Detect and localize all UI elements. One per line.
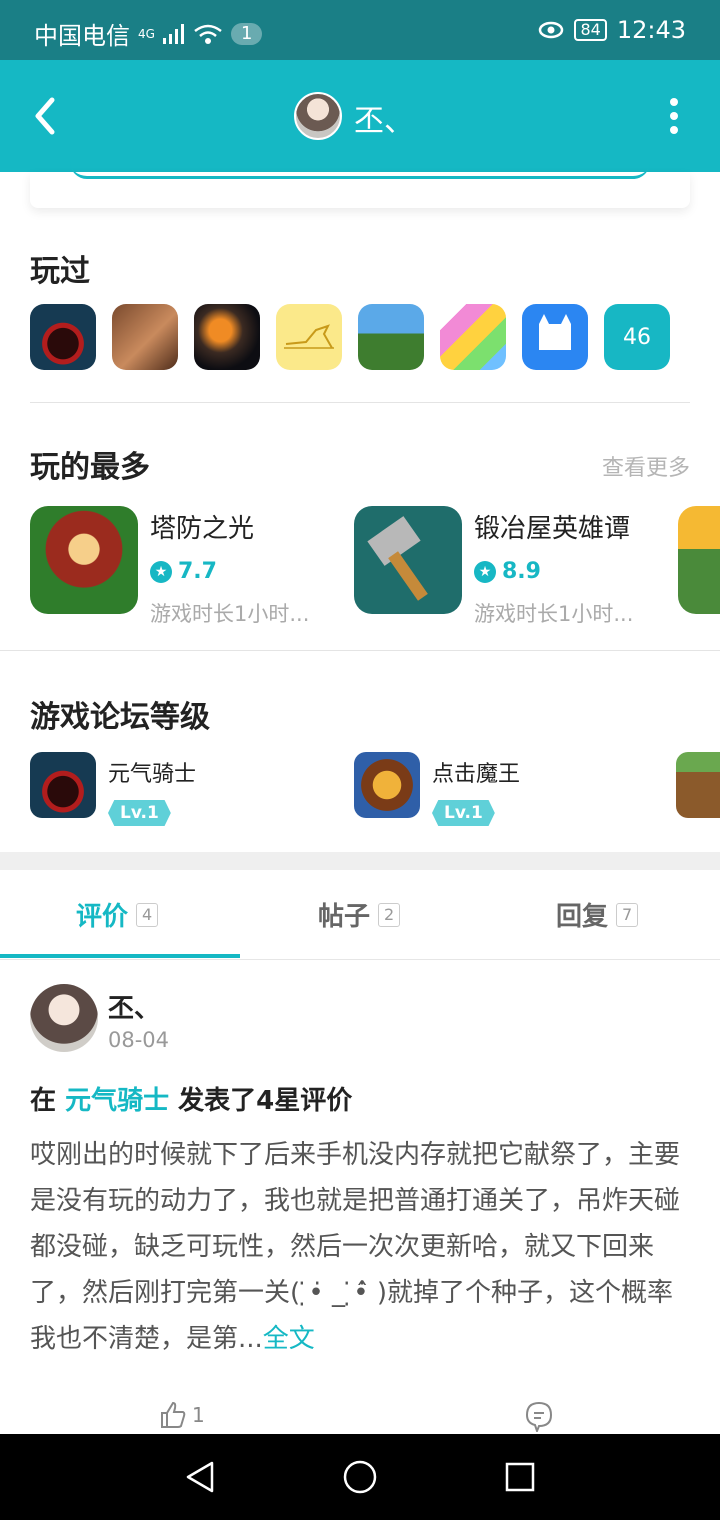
user-name-title: 丕、 [354,104,414,139]
forum-level-item[interactable]: 元气骑士 Lv.1 [30,752,196,826]
game-icon-soul-knight [30,752,96,818]
game-icon-soul-knight[interactable] [30,304,96,370]
game-rating: ★ 7.7 [150,559,309,584]
notification-badge: 1 [230,22,263,45]
game-icon-cat-game[interactable] [522,304,588,370]
level-badge: Lv.1 [432,800,495,826]
back-arrow-icon[interactable] [26,88,66,144]
content-tabs: 评价 4 帖子 2 回复 7 [0,870,720,960]
profile-card-bottom [30,172,690,208]
like-count: 1 [192,1403,205,1427]
horse-line-icon [284,324,334,349]
eye-icon [539,21,564,39]
comment-icon[interactable] [524,1400,554,1432]
signal-icon [162,23,184,44]
star-icon: ★ [150,560,172,583]
game-icon-planet-game[interactable] [194,304,260,370]
post-actions: 1 [0,1400,720,1434]
active-tab-indicator [0,954,240,958]
nav-recents-icon[interactable] [504,1461,536,1493]
full-text-link[interactable]: 全文 [263,1324,315,1354]
more-vert-icon[interactable] [668,98,680,138]
game-icon-horse-game[interactable] [276,304,342,370]
tab-posts[interactable]: 帖子 2 [318,896,401,933]
see-more-link[interactable]: 查看更多 [602,450,690,482]
avatar[interactable] [30,984,98,1052]
carrier-label: 中国电信 [34,22,130,50]
most-played-item[interactable]: 塔防之光 ★ 7.7 游戏时长1小时... [30,506,309,628]
played-section-title: 玩过 [30,254,90,289]
forum-game-name: 元气骑士 [108,762,197,787]
tab-reviews[interactable]: 评价 4 [76,896,159,933]
divider [30,402,690,403]
nav-back-icon[interactable] [184,1460,216,1494]
nav-home-icon[interactable] [342,1459,378,1495]
game-rating: ★ 8.9 [474,559,633,584]
post-body[interactable]: 哎刚出的时候就下了后来手机没内存就把它献祭了，主要是没有玩的动力了，我也就是把普… [30,1132,690,1362]
more-played-count[interactable]: 46 [604,304,670,370]
star-icon: ★ [474,560,496,583]
system-nav-bar [0,1434,720,1520]
cat-face-icon [539,314,571,350]
like-button[interactable]: 1 [158,1400,205,1430]
most-played-title: 玩的最多 [30,450,150,485]
section-gap [0,852,720,870]
post-game-link[interactable]: 元气骑士 [65,1086,169,1116]
game-icon-portrait-game[interactable] [112,304,178,370]
forum-game-name: 点击魔王 [432,762,521,787]
game-icon-parachute-game[interactable] [358,304,424,370]
tab-replies[interactable]: 回复 7 [556,896,639,933]
wifi-icon [194,24,222,44]
divider [0,650,720,651]
game-icon-hammer [354,506,462,614]
played-games-row: 46 [30,304,670,370]
thumbs-up-icon [161,1401,186,1428]
forum-level-item[interactable]: 点击魔王 Lv.1 [354,752,520,826]
status-bar: 中国电信 4G 1 84 12:43 [0,0,720,60]
level-badge: Lv.1 [108,800,171,826]
most-played-item[interactable]: 锻冶屋英雄谭 ★ 8.9 游戏时长1小时... [354,506,633,628]
clock: 12:43 [616,16,686,44]
game-icon-tower-defense [30,506,138,614]
game-name: 塔防之光 [150,514,255,544]
game-icon-dragon [354,752,420,818]
post-author[interactable]: 丕、 [108,988,160,1025]
post-date: 08-04 [108,1028,170,1052]
post-headline: 在 元气骑士 发表了4星评价 [30,1086,353,1116]
game-icon-partial[interactable] [676,752,720,818]
hammer-icon [367,516,428,601]
game-icon-voxel-game[interactable] [440,304,506,370]
user-avatar[interactable] [294,92,342,140]
battery-indicator: 84 [574,19,607,41]
game-playtime: 游戏时长1小时... [474,602,634,626]
game-playtime: 游戏时长1小时... [150,602,310,626]
forum-level-title: 游戏论坛等级 [30,700,210,735]
game-icon-partial[interactable] [678,506,720,614]
game-name: 锻冶屋英雄谭 [474,514,631,544]
app-bar: 丕、 [0,60,720,172]
network-label: 4G [138,26,155,41]
